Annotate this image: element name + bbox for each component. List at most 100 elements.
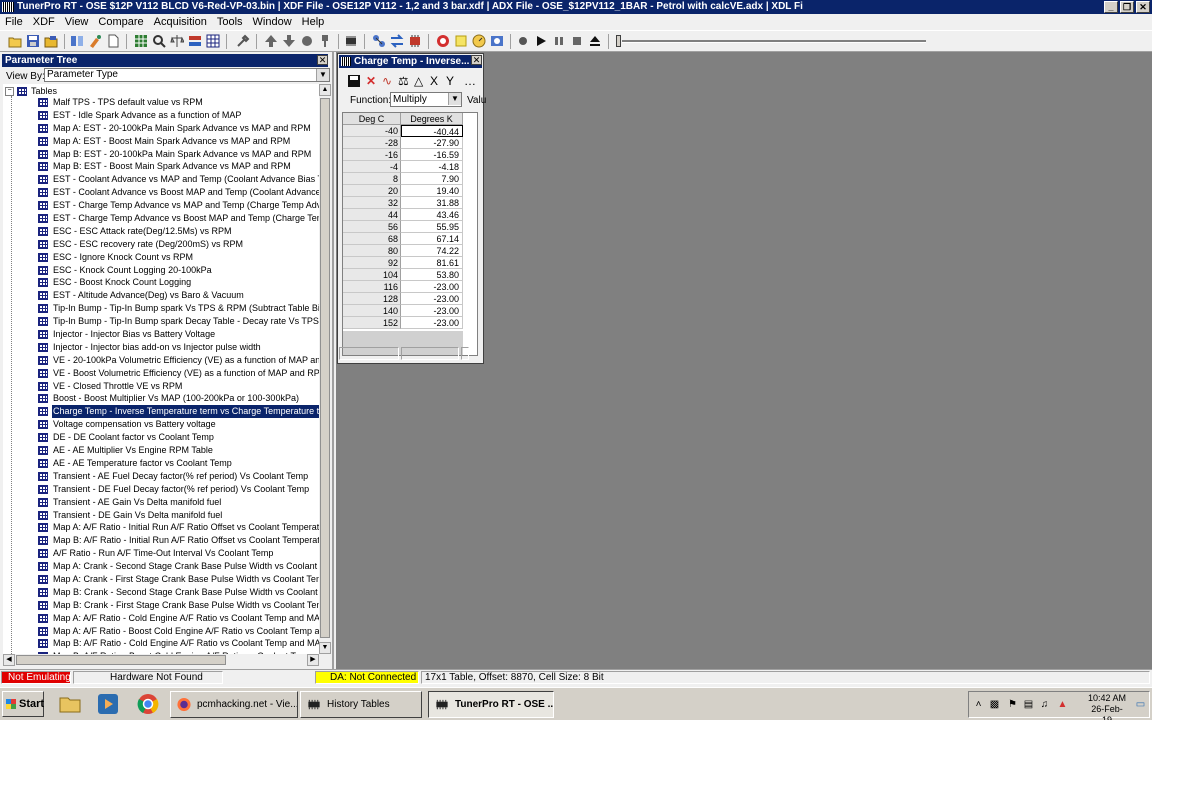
dashboard-icon[interactable] [490, 34, 504, 48]
tray-flag-icon[interactable]: ⚑ [1007, 699, 1018, 710]
open-bin-icon[interactable] [44, 34, 58, 48]
chip-icon[interactable] [344, 34, 358, 48]
scroll-left-icon[interactable]: ◀ [3, 654, 15, 666]
row-axis-cell[interactable]: 152 [343, 317, 401, 329]
tree-item[interactable]: Transient - DE Gain Vs Delta manifold fu… [3, 509, 319, 522]
tree-item[interactable]: VE - 20-100kPa Volumetric Efficiency (VE… [3, 354, 319, 367]
pin-icon[interactable] [318, 34, 332, 48]
taskbar-tunerpro-button[interactable]: TunerPro RT - OSE ... [428, 691, 554, 718]
restore-button[interactable]: ❐ [1120, 1, 1134, 13]
value-cell[interactable]: 7.90 [401, 173, 463, 185]
value-cell[interactable]: 81.61 [401, 257, 463, 269]
search-icon[interactable] [152, 34, 166, 48]
column-header-y[interactable]: Degrees K [401, 113, 463, 125]
menu-window[interactable]: Window [248, 14, 297, 30]
table-editor-close-button[interactable]: ✕ [471, 55, 482, 65]
menu-compare[interactable]: Compare [93, 14, 148, 30]
circle-icon[interactable] [300, 34, 314, 48]
tree-item[interactable]: Injector - Injector Bias vs Battery Volt… [3, 328, 319, 341]
collapse-icon[interactable]: − [5, 86, 14, 96]
file-explorer-icon[interactable] [58, 692, 82, 716]
playback-slider-thumb[interactable] [616, 35, 621, 47]
save-icon[interactable] [348, 75, 360, 87]
note-icon[interactable] [454, 34, 468, 48]
compare-icon[interactable] [70, 34, 84, 48]
value-cell[interactable]: 74.22 [401, 245, 463, 257]
value-cell[interactable]: 43.46 [401, 209, 463, 221]
playback-slider-track[interactable] [622, 40, 926, 43]
value-cell[interactable]: 67.14 [401, 233, 463, 245]
more-icon[interactable]: … [464, 74, 476, 88]
xdf-grid-icon[interactable] [134, 34, 148, 48]
chevron-down-icon[interactable]: ▼ [316, 69, 329, 81]
tree-item[interactable]: Map B: A/F Ratio - Initial Run A/F Ratio… [3, 534, 319, 547]
show-desktop-icon[interactable]: ▭ [1135, 699, 1146, 710]
play-icon[interactable] [534, 34, 548, 48]
tray-network-icon[interactable]: ▤ [1023, 699, 1034, 710]
parameter-tree-close-button[interactable]: ✕ [317, 55, 328, 65]
tools-icon[interactable] [236, 34, 250, 48]
value-cell[interactable]: -23.00 [401, 293, 463, 305]
tree-item[interactable]: ESC - ESC Attack rate(Deg/12.5Ms) vs RPM [3, 225, 319, 238]
tree-hscroll-thumb[interactable] [16, 655, 226, 665]
tree-item[interactable]: Map A: A/F Ratio - Initial Run A/F Ratio… [3, 521, 319, 534]
taskbar-history-tables-button[interactable]: History Tables [300, 691, 422, 718]
record-icon[interactable] [516, 34, 530, 48]
grid-view-icon[interactable] [206, 34, 220, 48]
row-axis-cell[interactable]: -28 [343, 137, 401, 149]
tree-scroll-thumb[interactable] [320, 98, 330, 638]
tree-item[interactable]: ESC - Knock Count Logging 20-100kPa [3, 264, 319, 277]
tree-item[interactable]: Transient - DE Fuel Decay factor(% ref p… [3, 483, 319, 496]
tree-item[interactable]: Voltage compensation vs Battery voltage [3, 418, 319, 431]
tree-item[interactable]: Transient - AE Gain Vs Delta manifold fu… [3, 496, 319, 509]
media-player-icon[interactable] [96, 692, 120, 716]
menu-file[interactable]: File [0, 14, 28, 30]
scroll-up-icon[interactable]: ▲ [319, 84, 331, 96]
tree-item[interactable]: Tip-In Bump - Tip-In Bump spark Decay Ta… [3, 315, 319, 328]
row-axis-cell[interactable]: -4 [343, 161, 401, 173]
tree-item[interactable]: Malf TPS - TPS default value vs RPM [3, 96, 319, 109]
tree-item[interactable]: Injector - Injector bias add-on vs Injec… [3, 341, 319, 354]
row-axis-cell[interactable]: -16 [343, 149, 401, 161]
tree-item[interactable]: Map A: Crank - Second Stage Crank Base P… [3, 560, 319, 573]
tree-vertical-scrollbar[interactable]: ▲ ▼ [319, 84, 331, 654]
tree-item[interactable]: Map B: EST - 20-100kPa Main Spark Advanc… [3, 148, 319, 161]
table-list-icon[interactable] [188, 34, 202, 48]
pause-icon[interactable] [552, 34, 566, 48]
value-cell[interactable]: -23.00 [401, 281, 463, 293]
row-axis-cell[interactable]: -40 [343, 125, 401, 137]
chevron-down-icon[interactable]: ▼ [448, 93, 461, 105]
start-button[interactable]: Start [2, 691, 44, 717]
parameter-tree[interactable]: − Tables Malf TPS - TPS default value vs… [3, 84, 319, 654]
tray-clock[interactable]: 10:42 AM 26-Feb-19 [1087, 693, 1127, 720]
tree-item[interactable]: Map A: EST - 20-100kPa Main Spark Advanc… [3, 122, 319, 135]
stop-icon[interactable] [570, 34, 584, 48]
tray-volume-icon[interactable]: ♫ [1039, 699, 1050, 710]
scroll-right-icon[interactable]: ▶ [307, 654, 319, 666]
gauge-icon[interactable] [472, 34, 486, 48]
view-by-select[interactable]: Parameter Type ▼ [44, 68, 330, 82]
value-cell[interactable]: -16.59 [401, 149, 463, 161]
save-icon[interactable] [26, 34, 40, 48]
value-cell[interactable]: 53.80 [401, 269, 463, 281]
open-folder-icon[interactable] [8, 34, 22, 48]
tree-item[interactable]: ESC - Boost Knock Count Logging [3, 276, 319, 289]
menu-view[interactable]: View [60, 14, 94, 30]
tree-item[interactable]: VE - Boost Volumetric Efficiency (VE) as… [3, 367, 319, 380]
tree-item[interactable]: Boost - Boost Multiplier Vs MAP (100-200… [3, 392, 319, 405]
chip-red-icon[interactable] [408, 34, 422, 48]
tray-expand-icon[interactable]: ˄ [973, 699, 984, 710]
triangle-icon[interactable]: △ [414, 74, 423, 88]
row-axis-cell[interactable]: 104 [343, 269, 401, 281]
tree-item[interactable]: Map B: A/F Ratio - Cold Engine A/F Ratio… [3, 637, 319, 650]
row-axis-cell[interactable]: 20 [343, 185, 401, 197]
axis-y-icon[interactable]: Υ [446, 74, 454, 88]
row-axis-cell[interactable]: 92 [343, 257, 401, 269]
tree-item[interactable]: VE - Closed Throttle VE vs RPM [3, 380, 319, 393]
taskbar-firefox-button[interactable]: pcmhacking.net - Vie... [170, 691, 298, 718]
new-document-icon[interactable] [106, 34, 120, 48]
tree-item[interactable]: EST - Idle Spark Advance as a function o… [3, 109, 319, 122]
record-stop-icon[interactable] [436, 34, 450, 48]
row-axis-cell[interactable]: 140 [343, 305, 401, 317]
menu-acquisition[interactable]: Acquisition [149, 14, 212, 30]
